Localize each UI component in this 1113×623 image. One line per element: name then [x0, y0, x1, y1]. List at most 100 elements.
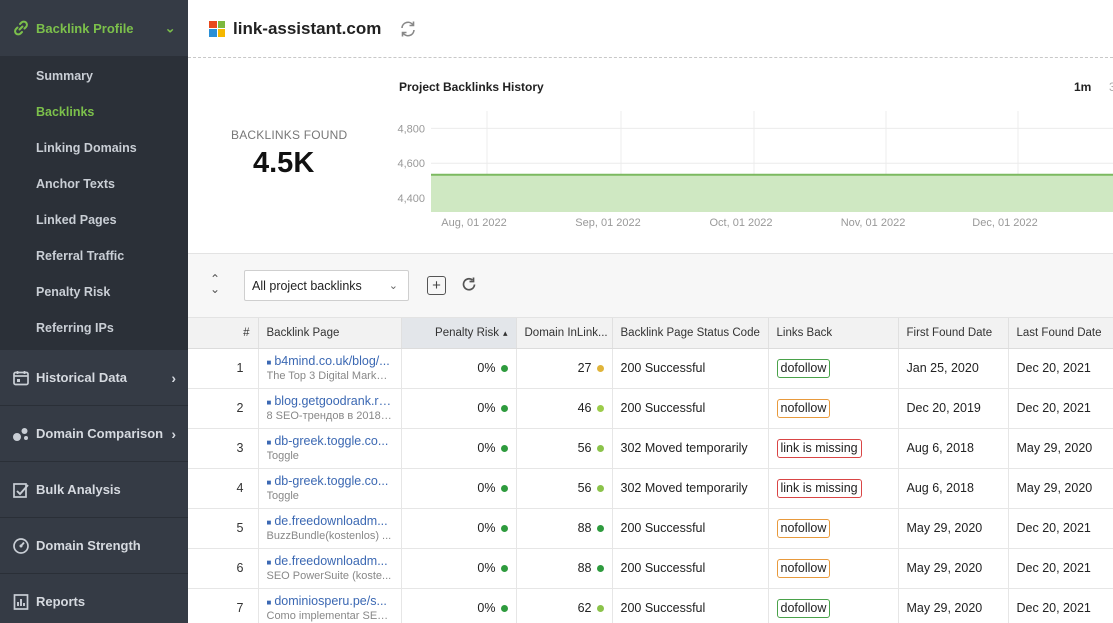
lock-icon: ■	[266, 598, 272, 607]
x-tick-label: Nov, 01 2022	[841, 217, 906, 229]
first-found-date-cell: Dec 20, 2019	[898, 388, 1009, 429]
column-header-last-found-date[interactable]: Last Found Date	[1008, 318, 1113, 349]
backlink-filter-select[interactable]: All project backlinks ⌄	[244, 270, 409, 301]
row-number: 7	[188, 588, 259, 623]
inlinks-status-dot	[596, 525, 604, 533]
backlink-page-title: Toggle	[266, 450, 299, 462]
sidebar-section-domain-strength[interactable]: Domain Strength	[0, 518, 188, 574]
risk-status-dot	[500, 365, 508, 373]
backlink-page-link[interactable]: ■ db-greek.toggle.co...	[267, 434, 393, 448]
sidebar-item-summary[interactable]: Summary	[0, 58, 188, 94]
domain-inlinks-value: 88	[577, 521, 592, 535]
backlink-page-link[interactable]: ■ blog.getgoodrank.ru/...	[267, 394, 393, 408]
sidebar-section-backlink-profile[interactable]: Backlink Profile ⌄	[0, 0, 188, 56]
x-tick-label: Aug, 01 2022	[441, 217, 506, 229]
penalty-risk-value: 0%	[477, 601, 496, 615]
backlink-page-link[interactable]: ■ db-greek.toggle.co...	[267, 474, 393, 488]
inlinks-status-dot	[596, 445, 604, 453]
table-row[interactable]: 5 ■ de.freedownloadm... BuzzBundle(kostenlo…	[188, 508, 1113, 549]
sidebar-item-backlinks[interactable]: Backlinks	[0, 94, 188, 130]
risk-status-dot	[500, 485, 508, 493]
first-found-date-cell: May 29, 2020	[898, 548, 1009, 589]
penalty-risk-value: 0%	[477, 441, 496, 455]
column-header-penalty-risk[interactable]: Penalty Risk ▴	[401, 318, 517, 349]
risk-status-dot	[500, 605, 508, 613]
penalty-risk-value: 0%	[477, 481, 496, 495]
add-backlink-button[interactable]: +	[427, 276, 446, 295]
links-back-cell: dofollow	[768, 588, 899, 623]
sidebar-subnav: Summary Backlinks Linking Domains Anchor Te…	[0, 56, 188, 350]
table-row[interactable]: 3 ■ db-greek.toggle.co... Toggle 0% 56 302 Mov…	[188, 428, 1113, 469]
risk-status-dot	[500, 565, 508, 573]
penalty-risk-value: 0%	[477, 361, 496, 375]
site-logo-icon	[209, 20, 225, 37]
sidebar-item-referral-traffic[interactable]: Referral Traffic	[0, 238, 188, 274]
backlink-page-link[interactable]: ■ de.freedownloadm...	[267, 514, 393, 528]
penalty-risk-cell: 0%	[401, 508, 517, 549]
refresh-table-button[interactable]	[459, 275, 479, 295]
backlink-url: de.freedownloadm...	[274, 554, 388, 568]
lock-icon: ■	[266, 518, 272, 527]
sidebar-item-linking-domains[interactable]: Linking Domains	[0, 130, 188, 166]
last-found-date-cell: Dec 20, 2021	[1008, 548, 1113, 589]
column-header-label: First Found Date	[906, 326, 993, 339]
status-code-cell: 200 Successful	[612, 508, 769, 549]
sidebar-section-label: Reports	[36, 594, 86, 609]
status-code-cell: 302 Moved temporarily	[612, 468, 769, 509]
sidebar-section-reports[interactable]: Reports	[0, 574, 188, 623]
backlink-page-title: Toggle	[266, 490, 299, 502]
backlink-page-link[interactable]: ■ de.freedownloadm...	[267, 554, 393, 568]
inlinks-status-dot	[596, 405, 604, 413]
table-toolbar: ⌃ ⌄ All project backlinks ⌄ +	[188, 254, 1113, 318]
column-header-backlink-page[interactable]: Backlink Page	[258, 318, 402, 349]
table-row[interactable]: 1 ■ b4mind.co.uk/blog/... The Top 3 Digital…	[188, 348, 1113, 389]
backlink-url: b4mind.co.uk/blog/...	[274, 354, 390, 368]
sidebar-section-label: Domain Strength	[36, 538, 141, 553]
chevron-right-icon: ›	[171, 369, 176, 386]
column-header-links-back[interactable]: Links Back	[768, 318, 899, 349]
backlink-page-link[interactable]: ■ b4mind.co.uk/blog/...	[267, 354, 393, 368]
range-1m-button[interactable]: 1m	[1074, 80, 1091, 94]
table-row[interactable]: 2 ■ blog.getgoodrank.ru/... 8 SEO-трендов в…	[188, 388, 1113, 429]
sidebar-section-domain-comparison[interactable]: Domain Comparison ›	[0, 406, 188, 462]
sidebar-item-penalty-risk[interactable]: Penalty Risk	[0, 274, 188, 310]
column-header-index[interactable]: #	[188, 318, 259, 349]
table-row[interactable]: 6 ■ de.freedownloadm... SEO PowerSuite (kos…	[188, 548, 1113, 589]
expand-collapse-toggle[interactable]: ⌃ ⌄	[205, 273, 225, 298]
sidebar-section-historical-data[interactable]: Historical Data ›	[0, 350, 188, 406]
sidebar-item-referring-ips[interactable]: Referring IPs	[0, 310, 188, 346]
chevron-down-icon: ⌄	[388, 280, 398, 292]
sidebar-section-label: Backlink Profile	[36, 20, 134, 36]
bubbles-icon	[12, 425, 30, 443]
domain-inlinks-cell: 56	[516, 428, 613, 469]
backlinks-table: # Backlink Page Penalty Risk ▴ Domain InLink…	[188, 318, 1113, 623]
backlink-page-link[interactable]: ■ dominiosperu.pe/s...	[267, 594, 393, 608]
backlink-url: db-greek.toggle.co...	[274, 434, 389, 448]
last-found-date-cell: Dec 20, 2021	[1008, 588, 1113, 623]
column-header-backlink-page-status-code[interactable]: Backlink Page Status Code	[612, 318, 769, 349]
links-back-cell: link is missing	[768, 428, 899, 469]
table-row[interactable]: 4 ■ db-greek.toggle.co... Toggle 0% 56 302 Mov…	[188, 468, 1113, 509]
status-code-cell: 302 Moved temporarily	[612, 428, 769, 469]
column-header-first-found-date[interactable]: First Found Date	[898, 318, 1009, 349]
table-row[interactable]: 7 ■ dominiosperu.pe/s... Como implementar S…	[188, 588, 1113, 623]
links-back-cell: link is missing	[768, 468, 899, 509]
refresh-site-icon[interactable]	[397, 18, 419, 40]
backlink-page-title: SEO PowerSuite (koste...	[266, 570, 392, 582]
inlinks-status-dot	[596, 565, 604, 573]
sidebar-item-anchor-texts[interactable]: Anchor Texts	[0, 166, 188, 202]
chevron-right-icon: ›	[171, 425, 176, 442]
column-header-domain-inlink[interactable]: Domain InLink...	[516, 318, 613, 349]
column-header-label: Domain InLink...	[524, 326, 608, 339]
sidebar-item-linked-pages[interactable]: Linked Pages	[0, 202, 188, 238]
lock-icon: ■	[266, 438, 272, 447]
backlink-url: db-greek.toggle.co...	[274, 474, 389, 488]
status-code-cell: 200 Successful	[612, 548, 769, 589]
range-more-button[interactable]: 3	[1109, 80, 1113, 94]
sidebar-section-bulk-analysis[interactable]: Bulk Analysis	[0, 462, 188, 518]
y-tick-label: 4,800	[397, 123, 425, 135]
domain-inlinks-cell: 56	[516, 468, 613, 509]
last-found-date-cell: Dec 20, 2021	[1008, 508, 1113, 549]
domain-inlinks-value: 27	[577, 361, 592, 375]
backlinks-table-container: # Backlink Page Penalty Risk ▴ Domain InLink…	[188, 318, 1113, 623]
